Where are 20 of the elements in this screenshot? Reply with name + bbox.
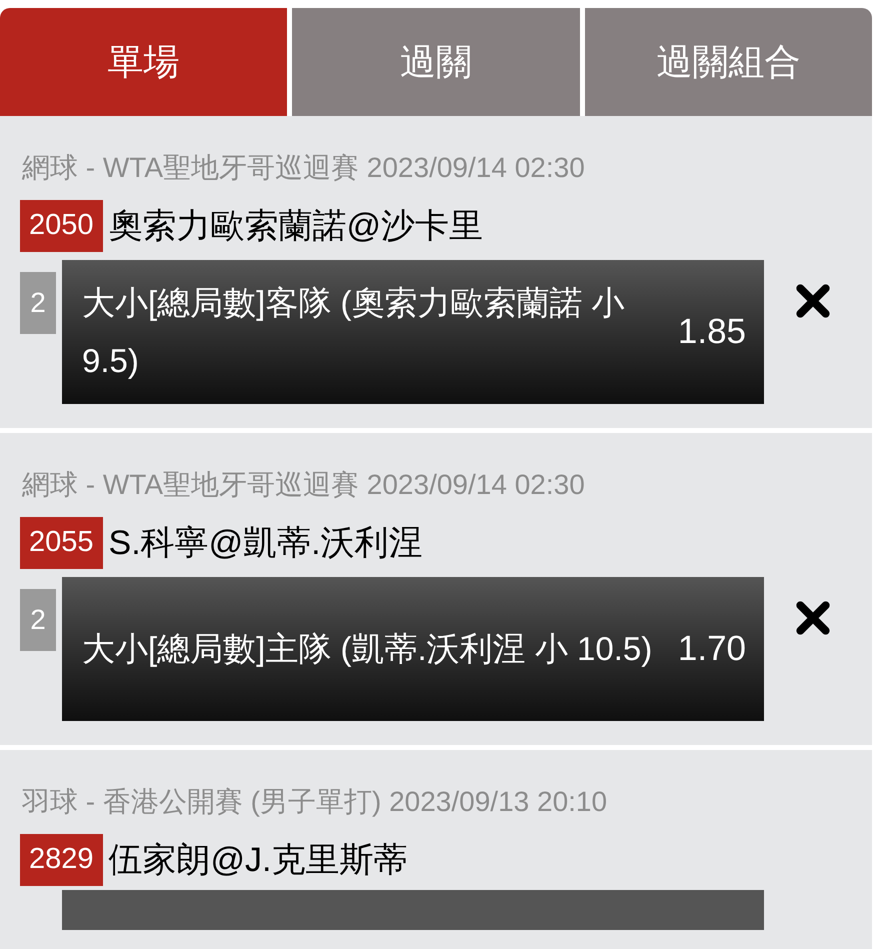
selection-text: 大小[總局數]客隊 (奧索力歐索蘭諾 小 9.5) <box>82 283 626 381</box>
close-icon[interactable] <box>794 282 832 320</box>
match-number: 2829 <box>20 834 103 886</box>
event-info: 網球 - WTA聖地牙哥巡迴賽 2023/09/14 02:30 <box>21 468 586 502</box>
leg-number: 2 <box>20 589 56 651</box>
match-title: 奧索力歐索蘭諾@沙卡里 <box>108 206 484 246</box>
match-number: 2055 <box>20 517 103 569</box>
odds: 1.85 <box>678 310 746 353</box>
tab[interactable]: 過關 <box>292 8 580 116</box>
match-title: 伍家朗@J.克里斯蒂 <box>108 840 408 880</box>
odds: 1.70 <box>678 628 746 670</box>
tab[interactable]: 單場 <box>0 8 288 116</box>
close-icon[interactable] <box>794 599 832 637</box>
tab[interactable]: 過關組合 <box>584 8 872 116</box>
event-info: 羽球 - 香港公開賽 (男子單打) 2023/09/13 20:10 <box>21 785 608 819</box>
match-number: 2050 <box>20 200 103 252</box>
match-title: S.科寧@凱蒂.沃利涅 <box>108 522 423 564</box>
selection-text: 大小[總局數]主隊 (凱蒂.沃利涅 小 10.5) <box>82 629 654 669</box>
event-info: 網球 - WTA聖地牙哥巡迴賽 2023/09/14 02:30 <box>21 151 586 185</box>
leg-number: 2 <box>20 272 56 334</box>
